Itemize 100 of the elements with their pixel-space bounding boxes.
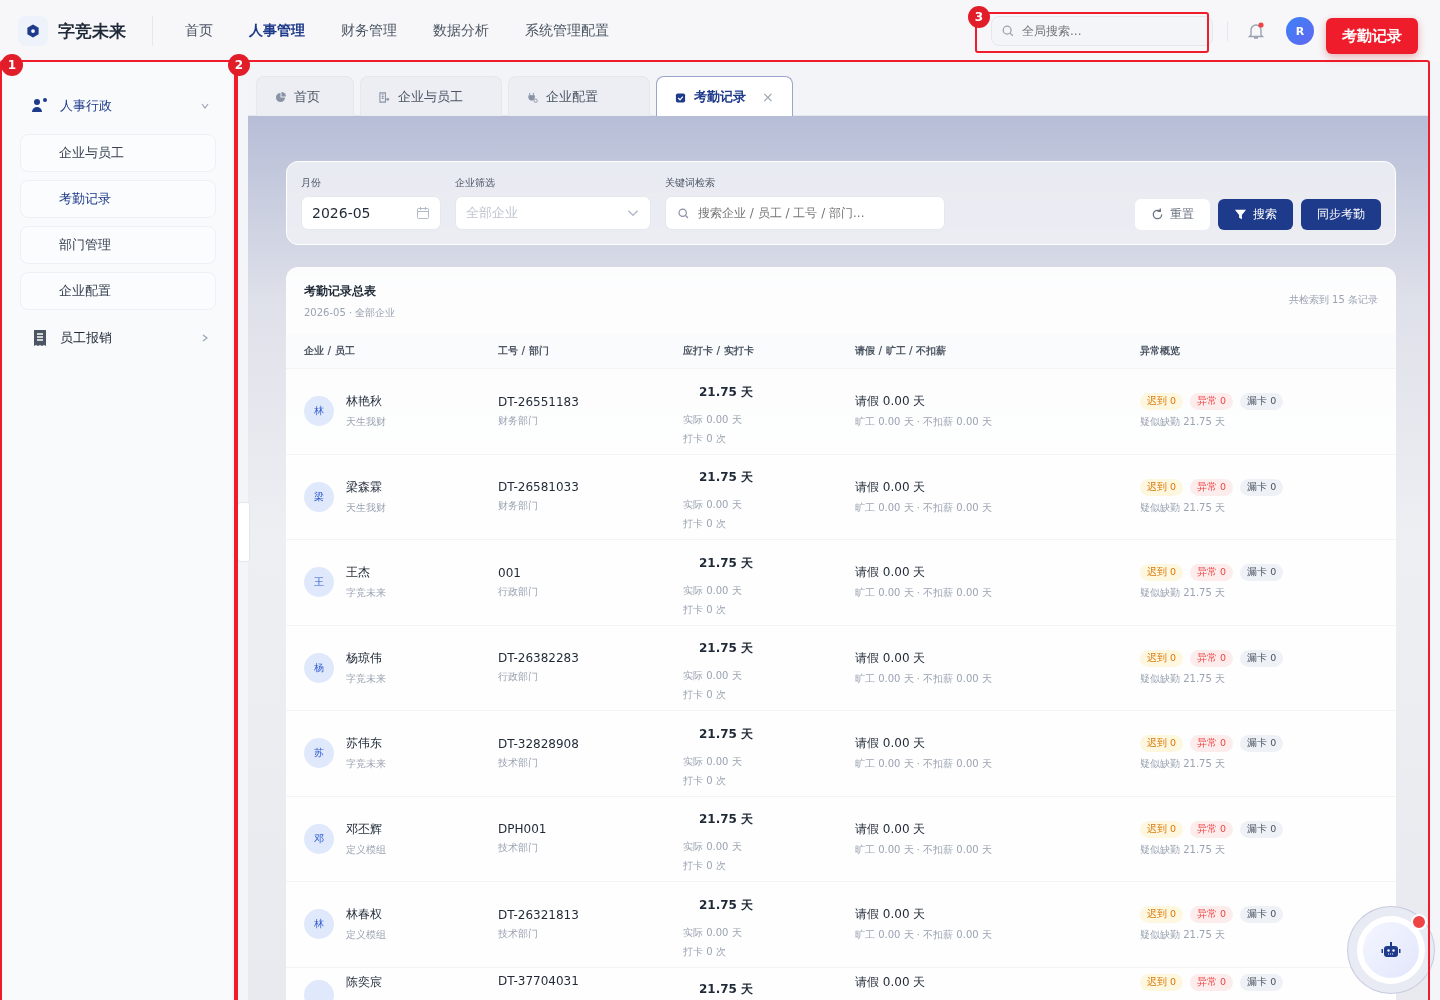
- search-button[interactable]: 搜索: [1218, 199, 1293, 230]
- tab[interactable]: 企业配置: [508, 76, 650, 117]
- employee-id: DT-32828908: [498, 736, 579, 751]
- late-tag: 迟到 0: [1140, 820, 1184, 838]
- actual-days: 实际 0.00 天: [683, 754, 742, 769]
- nav-link[interactable]: 人事管理: [249, 22, 305, 40]
- employee-id: DT-26581033: [498, 480, 579, 495]
- late-tag: 迟到 0: [1140, 906, 1184, 924]
- actual-days: 实际 0.00 天: [683, 840, 742, 855]
- month-field[interactable]: 2026-05: [301, 196, 441, 230]
- missed-punch-tag: 漏卡 0: [1240, 649, 1284, 667]
- callout-label: 考勤记录: [1326, 18, 1418, 54]
- building-icon: [379, 91, 390, 103]
- department: 行政部门: [498, 670, 538, 685]
- due-days: 21.75 天: [683, 462, 770, 494]
- missed-punch-tag: 漏卡 0: [1240, 735, 1284, 753]
- employee-name: 梁森霖: [346, 478, 382, 496]
- leave-days: 请假 0.00 天: [855, 735, 926, 753]
- tab[interactable]: 考勤记录 ×: [656, 76, 793, 117]
- column-header: 企业 / 员工: [304, 344, 356, 358]
- abnormal-tag: 异常 0: [1190, 649, 1234, 667]
- missed-punch-tag: 漏卡 0: [1240, 393, 1284, 411]
- tab[interactable]: 首页: [256, 76, 354, 117]
- leave-days: 请假 0.00 天: [855, 906, 926, 924]
- punch-count: 打卡 0 次: [683, 517, 726, 532]
- keyword-search-field[interactable]: 搜索企业 / 员工 / 工号 / 部门...: [665, 196, 945, 230]
- absence-days: 旷工 0.00 天 · 不扣薪 0.00 天: [855, 928, 992, 943]
- department: 行政部门: [498, 584, 538, 599]
- employee-id: DT-26321813: [498, 907, 579, 922]
- nav-link[interactable]: 数据分析: [433, 22, 489, 40]
- sidebar-item[interactable]: 考勤记录: [20, 180, 216, 218]
- nav-link[interactable]: 首页: [185, 22, 213, 40]
- abnormal-tag: 异常 0: [1190, 478, 1234, 496]
- late-tag: 迟到 0: [1140, 973, 1184, 991]
- missed-punch-tag: 漏卡 0: [1240, 820, 1284, 838]
- missed-punch-tag: 漏卡 0: [1240, 906, 1284, 924]
- leave-days: 请假 0.00 天: [855, 973, 926, 991]
- abnormal-tag: 异常 0: [1190, 820, 1234, 838]
- punch-count: 打卡 0 次: [683, 859, 726, 874]
- suspected-absence: 疑似缺勤 21.75 天: [1140, 842, 1225, 857]
- global-search-field[interactable]: 全局搜索...: [991, 16, 1213, 46]
- late-tag: 迟到 0: [1140, 735, 1184, 753]
- leave-days: 请假 0.00 天: [855, 649, 926, 667]
- company-name: 字竞未来: [346, 671, 386, 686]
- table-title: 考勤记录总表: [304, 283, 377, 300]
- abnormal-tag: 异常 0: [1190, 564, 1234, 582]
- punch-count: 打卡 0 次: [683, 688, 726, 703]
- column-header: 应打卡 / 实打卡: [683, 344, 755, 358]
- missed-punch-tag: 漏卡 0: [1240, 564, 1284, 582]
- due-days: 21.75 天: [683, 889, 770, 921]
- sidebar-item[interactable]: 企业配置: [20, 272, 216, 310]
- due-days: 21.75 天: [683, 547, 770, 579]
- department: 技术部门: [498, 926, 538, 941]
- chevron-icon: [200, 333, 210, 343]
- department: 技术部门: [498, 841, 538, 856]
- nav-link[interactable]: 系统管理配置: [525, 22, 609, 40]
- due-days: 21.75 天: [683, 973, 770, 1000]
- user-avatar[interactable]: R: [1286, 17, 1314, 45]
- brand-name: 字竞未来: [58, 19, 126, 43]
- refresh-icon: [1151, 208, 1164, 221]
- notification-bell-icon[interactable]: [1246, 21, 1266, 41]
- punch-count: 打卡 0 次: [683, 602, 726, 617]
- absence-days: 旷工 0.00 天 · 不扣薪 0.00 天: [855, 500, 992, 515]
- punch-count: 打卡 0 次: [683, 773, 726, 788]
- reset-button[interactable]: 重置: [1135, 199, 1210, 230]
- employee-avatar: 杨: [304, 652, 334, 683]
- abnormal-tag: 异常 0: [1190, 973, 1234, 991]
- employee-avatar: 梁: [304, 481, 334, 512]
- suspected-absence: 疑似缺勤 21.75 天: [1140, 671, 1225, 686]
- sidebar-item[interactable]: 部门管理: [20, 226, 216, 264]
- suspected-absence: 疑似缺勤 21.75 天: [1140, 586, 1225, 601]
- field-label: 关键词检索: [665, 176, 716, 190]
- suspected-absence: 疑似缺勤 21.75 天: [1140, 928, 1225, 943]
- late-tag: 迟到 0: [1140, 393, 1184, 411]
- leave-days: 请假 0.00 天: [855, 478, 926, 496]
- record-count: 共检索到 15 条记录: [1288, 293, 1378, 307]
- punch-count: 打卡 0 次: [683, 944, 726, 959]
- sync-button[interactable]: 同步考勤: [1301, 199, 1381, 230]
- actual-days: 实际 0.00 天: [683, 498, 742, 513]
- tab[interactable]: 企业与员工: [360, 76, 502, 117]
- sidebar-group[interactable]: 员工报销: [20, 322, 216, 354]
- plug-icon: [527, 91, 538, 103]
- sidebar-item[interactable]: 企业与员工: [20, 134, 216, 172]
- late-tag: 迟到 0: [1140, 649, 1184, 667]
- sidebar-group[interactable]: 人事行政: [20, 90, 216, 122]
- leave-days: 请假 0.00 天: [855, 393, 926, 411]
- absence-days: 旷工 0.00 天 · 不扣薪 0.00 天: [855, 586, 992, 601]
- nav-link[interactable]: 财务管理: [341, 22, 397, 40]
- employee-avatar: 王: [304, 567, 334, 598]
- employee-name: 王杰: [346, 564, 370, 582]
- employee-id: DT-37704031: [498, 973, 579, 988]
- employee-id: DT-26382283: [498, 651, 579, 666]
- abnormal-tag: 异常 0: [1190, 735, 1234, 753]
- leave-days: 请假 0.00 天: [855, 564, 926, 582]
- employee-avatar: 苏: [304, 738, 334, 769]
- abnormal-tag: 异常 0: [1190, 393, 1234, 411]
- filter-icon: [1234, 208, 1247, 221]
- column-header: 工号 / 部门: [498, 344, 550, 358]
- table-subtitle: 2026-05 · 全部企业: [304, 306, 396, 320]
- employee-name: 邓丕辉: [346, 820, 382, 838]
